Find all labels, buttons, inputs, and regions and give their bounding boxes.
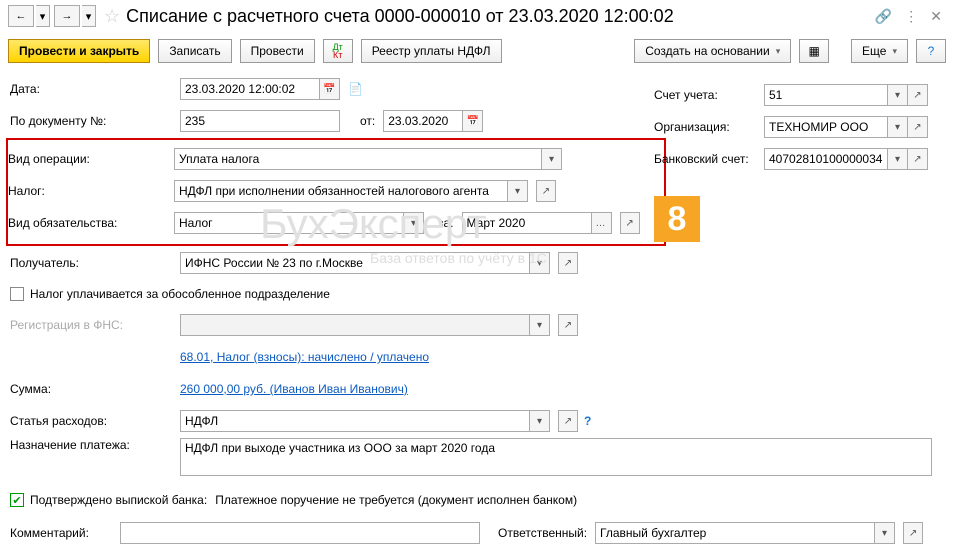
org-open[interactable]: ↗: [908, 116, 928, 138]
back-button[interactable]: ←: [8, 5, 34, 27]
account-label: Счет учета:: [654, 88, 764, 102]
expense-help-icon[interactable]: ?: [584, 414, 591, 428]
ndfl-registry-button[interactable]: Реестр уплаты НДФЛ: [361, 39, 502, 63]
account-dropdown[interactable]: ▾: [888, 84, 908, 106]
print-icon[interactable]: 📄: [348, 82, 363, 96]
forward-dropdown[interactable]: ▾: [82, 5, 96, 27]
favorite-icon[interactable]: ☆: [104, 6, 120, 27]
for-label: за:: [438, 216, 454, 230]
date-label: Дата:: [10, 82, 180, 96]
comment-label: Комментарий:: [10, 526, 120, 540]
responsible-label: Ответственный:: [498, 526, 587, 540]
post-and-close-button[interactable]: Провести и закрыть: [8, 39, 150, 63]
forward-button[interactable]: →: [54, 5, 80, 27]
recipient-dropdown[interactable]: ▾: [530, 252, 550, 274]
purpose-label: Назначение платежа:: [10, 438, 180, 452]
create-based-on-button[interactable]: Создать на основании▾: [634, 39, 791, 63]
obligation-dropdown[interactable]: ▾: [404, 212, 424, 234]
period-select[interactable]: …: [592, 212, 612, 234]
org-dropdown[interactable]: ▾: [888, 116, 908, 138]
link-icon[interactable]: 🔗: [875, 8, 892, 25]
date-calendar-icon[interactable]: 📅: [320, 78, 340, 100]
expense-item-input[interactable]: [180, 410, 530, 432]
doc-no-label: По документу №:: [10, 114, 180, 128]
bank-account-label: Банковский счет:: [654, 152, 764, 166]
op-type-dropdown[interactable]: ▾: [542, 148, 562, 170]
recipient-open[interactable]: ↗: [558, 252, 578, 274]
close-icon[interactable]: ✕: [930, 8, 942, 25]
reg-fns-label: Регистрация в ФНС:: [10, 318, 180, 332]
doc-date-input[interactable]: [383, 110, 463, 132]
comment-input[interactable]: [120, 522, 480, 544]
account-open[interactable]: ↗: [908, 84, 928, 106]
tax-input[interactable]: [174, 180, 508, 202]
post-button[interactable]: Провести: [240, 39, 315, 63]
save-button[interactable]: Записать: [158, 39, 231, 63]
org-input[interactable]: [764, 116, 888, 138]
toolbar: Провести и закрыть Записать Провести ДᴛК…: [0, 32, 954, 70]
confirmed-text: Платежное поручение не требуется (докуме…: [215, 493, 577, 507]
period-input[interactable]: [462, 212, 592, 234]
expense-item-label: Статья расходов:: [10, 414, 180, 428]
tax-open[interactable]: ↗: [536, 180, 556, 202]
doc-date-calendar-icon[interactable]: 📅: [463, 110, 483, 132]
separate-unit-checkbox[interactable]: [10, 287, 24, 301]
bank-account-input[interactable]: [764, 148, 888, 170]
confirmed-label: Подтверждено выпиской банка:: [30, 493, 207, 507]
bank-account-open[interactable]: ↗: [908, 148, 928, 170]
reg-fns-input: [180, 314, 530, 336]
period-open[interactable]: ↗: [620, 212, 640, 234]
account-input[interactable]: [764, 84, 888, 106]
obligation-label: Вид обязательства:: [8, 216, 174, 230]
obligation-input[interactable]: [174, 212, 404, 234]
bank-account-dropdown[interactable]: ▾: [888, 148, 908, 170]
org-label: Организация:: [654, 120, 764, 134]
confirmed-checkbox[interactable]: ✔: [10, 493, 24, 507]
highlighted-section: Вид операции: ▾ Налог: ▾ ↗ Вид обязатель…: [6, 138, 666, 246]
reg-fns-open: ↗: [558, 314, 578, 336]
back-dropdown[interactable]: ▾: [36, 5, 50, 27]
recipient-input[interactable]: [180, 252, 530, 274]
more-button[interactable]: Еще▾: [851, 39, 908, 63]
op-type-input[interactable]: [174, 148, 542, 170]
date-input[interactable]: [180, 78, 320, 100]
responsible-open[interactable]: ↗: [903, 522, 923, 544]
kebab-icon[interactable]: ⋮: [904, 8, 918, 25]
expense-item-open[interactable]: ↗: [558, 410, 578, 432]
titlebar: ← ▾ → ▾ ☆ Списание с расчетного счета 00…: [0, 0, 954, 32]
recipient-label: Получатель:: [10, 256, 180, 270]
tax-dropdown[interactable]: ▾: [508, 180, 528, 202]
separate-unit-label: Налог уплачивается за обособленное подра…: [30, 287, 330, 301]
page-title: Списание с расчетного счета 0000-000010 …: [126, 6, 875, 27]
help-button[interactable]: ?: [916, 39, 946, 63]
amount-link[interactable]: 260 000,00 руб. (Иванов Иван Иванович): [180, 382, 408, 396]
dt-kt-button[interactable]: ДᴛКᴛ: [323, 39, 353, 63]
purpose-input[interactable]: НДФЛ при выходе участника из ООО за март…: [180, 438, 932, 476]
op-type-label: Вид операции:: [8, 152, 174, 166]
expense-item-dropdown[interactable]: ▾: [530, 410, 550, 432]
responsible-input[interactable]: [595, 522, 875, 544]
structure-button[interactable]: ▦: [799, 39, 829, 63]
doc-no-input[interactable]: [180, 110, 340, 132]
responsible-dropdown[interactable]: ▾: [875, 522, 895, 544]
reg-fns-dropdown: ▾: [530, 314, 550, 336]
from-label: от:: [360, 114, 375, 128]
tax-label: Налог:: [8, 184, 174, 198]
amount-label: Сумма:: [10, 382, 180, 396]
tax-account-link[interactable]: 68.01, Налог (взносы): начислено / уплач…: [180, 350, 429, 364]
